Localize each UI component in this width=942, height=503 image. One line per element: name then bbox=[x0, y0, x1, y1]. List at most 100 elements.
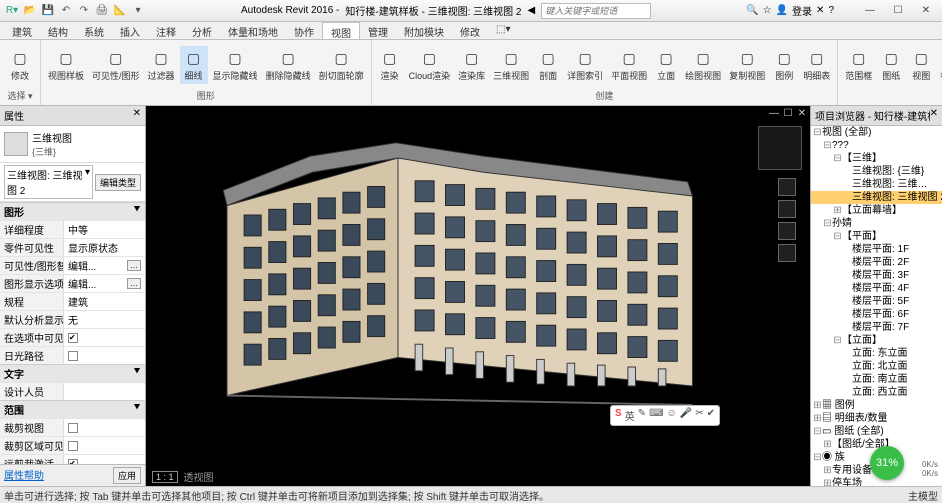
ribbon-可见性/图形[interactable]: ▢可见性/图形 bbox=[89, 46, 143, 84]
tree-node[interactable]: 楼层平面: 1F bbox=[811, 243, 942, 256]
ribbon-tab-管理[interactable]: 管理 bbox=[360, 22, 396, 39]
qat-measure[interactable]: 📐 bbox=[112, 3, 128, 19]
prop-category-图形[interactable]: 图形⯆ bbox=[0, 202, 145, 220]
tree-node[interactable]: 立面: 西立面 bbox=[811, 386, 942, 399]
tree-node[interactable]: 楼层平面: 7F bbox=[811, 321, 942, 334]
ribbon-视图[interactable]: ▢视图 bbox=[907, 46, 935, 84]
infocenter-search-icon[interactable]: 🔍 bbox=[746, 5, 758, 16]
infocenter-subscribe-icon[interactable]: ☆ bbox=[763, 5, 772, 16]
panel-close-icon[interactable]: ✕ bbox=[133, 108, 141, 123]
maximize-button[interactable]: ☐ bbox=[886, 3, 910, 19]
view-scale-selector[interactable]: 1 : 1 bbox=[152, 471, 178, 483]
prop-value-cell[interactable]: 无 bbox=[64, 311, 145, 328]
prop-value-cell[interactable]: 显示原状态 bbox=[64, 239, 145, 256]
nav-wheel-icon[interactable] bbox=[778, 178, 796, 196]
ribbon-平面视图[interactable]: ▢平面视图 bbox=[608, 46, 650, 84]
ribbon-明细表[interactable]: ▢明细表 bbox=[800, 46, 833, 84]
viewport-3d[interactable]: — ☐ ✕ bbox=[146, 106, 810, 486]
infocenter-help-icon[interactable]: ? bbox=[828, 5, 834, 16]
edit-type-button[interactable]: 编辑类型 bbox=[95, 174, 141, 191]
ribbon-渲染库[interactable]: ▢渲染库 bbox=[455, 46, 488, 84]
tree-node[interactable]: 楼层平面: 2F bbox=[811, 256, 942, 269]
prop-value-cell[interactable] bbox=[64, 455, 145, 464]
prop-value-cell[interactable] bbox=[64, 383, 145, 400]
prop-value-cell[interactable] bbox=[64, 329, 145, 346]
ribbon-渲染[interactable]: ▢渲染 bbox=[376, 46, 404, 84]
navigation-bar[interactable] bbox=[778, 178, 796, 262]
ribbon-详图索引[interactable]: ▢详图索引 bbox=[564, 46, 606, 84]
ribbon-tab-视图[interactable]: 视图 bbox=[322, 22, 360, 39]
tree-node[interactable]: ⊟【立面】 bbox=[811, 334, 942, 347]
tree-node[interactable]: 楼层平面: 5F bbox=[811, 295, 942, 308]
ribbon-tab-体量和场地[interactable]: 体量和场地 bbox=[220, 22, 286, 39]
tree-node[interactable]: 楼层平面: 6F bbox=[811, 308, 942, 321]
ribbon-tab-插入[interactable]: 插入 bbox=[112, 22, 148, 39]
help-search-input[interactable] bbox=[541, 3, 651, 19]
tree-node[interactable]: ⊟▭ 图纸 (全部) bbox=[811, 425, 942, 438]
tree-node[interactable]: ⊞▤ 明细表/数量 bbox=[811, 412, 942, 425]
nav-zoom-icon[interactable] bbox=[778, 222, 796, 240]
tree-node[interactable]: ⊟孙婧 bbox=[811, 217, 942, 230]
ribbon-tab-overflow[interactable]: ⬚▾ bbox=[488, 22, 518, 39]
ribbon-tab-修改[interactable]: 修改 bbox=[452, 22, 488, 39]
nav-orbit-icon[interactable] bbox=[778, 244, 796, 262]
infocenter-exchange-icon[interactable]: ✕ bbox=[816, 5, 824, 16]
ribbon-tab-结构[interactable]: 结构 bbox=[40, 22, 76, 39]
qat-undo[interactable]: ↶ bbox=[58, 3, 74, 19]
ribbon-修改[interactable]: ▢修改 bbox=[4, 46, 36, 84]
tree-node[interactable]: ⊟??? bbox=[811, 139, 942, 152]
viewport-maximize-icon[interactable]: ☐ bbox=[782, 108, 794, 119]
viewport-close-icon[interactable]: ✕ bbox=[796, 108, 808, 119]
qat-redo[interactable]: ↷ bbox=[76, 3, 92, 19]
tree-node[interactable]: 立面: 南立面 bbox=[811, 373, 942, 386]
tree-node[interactable]: ⊟视图 (全部) bbox=[811, 126, 942, 139]
ribbon-删除隐藏线[interactable]: ▢删除隐藏线 bbox=[263, 46, 314, 84]
tree-node[interactable]: ⊟【三维】 bbox=[811, 152, 942, 165]
tree-node[interactable]: 立面: 东立面 bbox=[811, 347, 942, 360]
prop-category-范围[interactable]: 范围⯆ bbox=[0, 400, 145, 418]
ribbon-tab-附加模块[interactable]: 附加模块 bbox=[396, 22, 452, 39]
ribbon-Cloud渲染[interactable]: ▢Cloud渲染 bbox=[406, 46, 454, 84]
tree-node[interactable]: ⊞停车场 bbox=[811, 477, 942, 486]
ime-toolbar[interactable]: S 英 ✎ ⌨ ☺ 🎤 ✂ ✔ bbox=[610, 405, 720, 426]
qat-print[interactable]: 🖨 bbox=[94, 3, 110, 19]
ribbon-复制视图[interactable]: ▢复制视图 bbox=[726, 46, 768, 84]
prop-value-cell[interactable]: 编辑...… bbox=[64, 257, 145, 274]
ribbon-过滤器[interactable]: ▢过滤器 bbox=[145, 46, 178, 84]
ribbon-立面[interactable]: ▢立面 bbox=[652, 46, 680, 84]
tree-node[interactable]: 三维视图: 三维… bbox=[811, 178, 942, 191]
prop-value-cell[interactable]: 编辑...… bbox=[64, 275, 145, 292]
infocenter-user-icon[interactable]: 👤 bbox=[776, 5, 788, 16]
tree-node[interactable]: 三维视图: 三维视图 2 bbox=[811, 191, 942, 204]
tree-node[interactable]: ⊞【立面幕墙】 bbox=[811, 204, 942, 217]
viewport-minimize-icon[interactable]: — bbox=[768, 108, 780, 119]
ribbon-显示隐藏线[interactable]: ▢显示隐藏线 bbox=[210, 46, 261, 84]
ribbon-tab-协作[interactable]: 协作 bbox=[286, 22, 322, 39]
prop-value-cell[interactable] bbox=[64, 437, 145, 454]
instance-selector-dropdown[interactable]: 三维视图: 三维视图 2▾ bbox=[4, 165, 93, 199]
login-label[interactable]: 登录 bbox=[792, 3, 812, 18]
tree-node[interactable]: 楼层平面: 3F bbox=[811, 269, 942, 282]
ribbon-tab-系统[interactable]: 系统 bbox=[76, 22, 112, 39]
ribbon-tab-分析[interactable]: 分析 bbox=[184, 22, 220, 39]
ribbon-细线[interactable]: ▢细线 bbox=[180, 46, 208, 84]
ribbon-tab-建筑[interactable]: 建筑 bbox=[4, 22, 40, 39]
prop-value-cell[interactable] bbox=[64, 347, 145, 364]
ribbon-三维视图[interactable]: ▢三维视图 bbox=[490, 46, 532, 84]
prop-category-文字[interactable]: 文字⯆ bbox=[0, 364, 145, 382]
ribbon-视图样板[interactable]: ▢视图样板 bbox=[45, 46, 87, 84]
qat-more[interactable]: ▾ bbox=[130, 3, 146, 19]
close-button[interactable]: ✕ bbox=[914, 3, 938, 19]
ribbon-标题栏[interactable]: ▢标题栏 bbox=[937, 46, 942, 84]
prop-value-cell[interactable] bbox=[64, 419, 145, 436]
prop-value-cell[interactable]: 中等 bbox=[64, 221, 145, 238]
ribbon-图纸[interactable]: ▢图纸 bbox=[877, 46, 905, 84]
panel-close-icon[interactable]: ✕ bbox=[930, 108, 938, 123]
prop-value-cell[interactable]: 建筑 bbox=[64, 293, 145, 310]
tree-node[interactable]: ⊞▦ 图例 bbox=[811, 399, 942, 412]
tree-node[interactable]: ⊟【平面】 bbox=[811, 230, 942, 243]
qat-save[interactable]: 💾 bbox=[40, 3, 56, 19]
ribbon-绘图视图[interactable]: ▢绘图视图 bbox=[682, 46, 724, 84]
download-progress-badge[interactable]: 31% bbox=[870, 446, 904, 480]
app-menu-button[interactable]: R▾ bbox=[4, 3, 20, 19]
